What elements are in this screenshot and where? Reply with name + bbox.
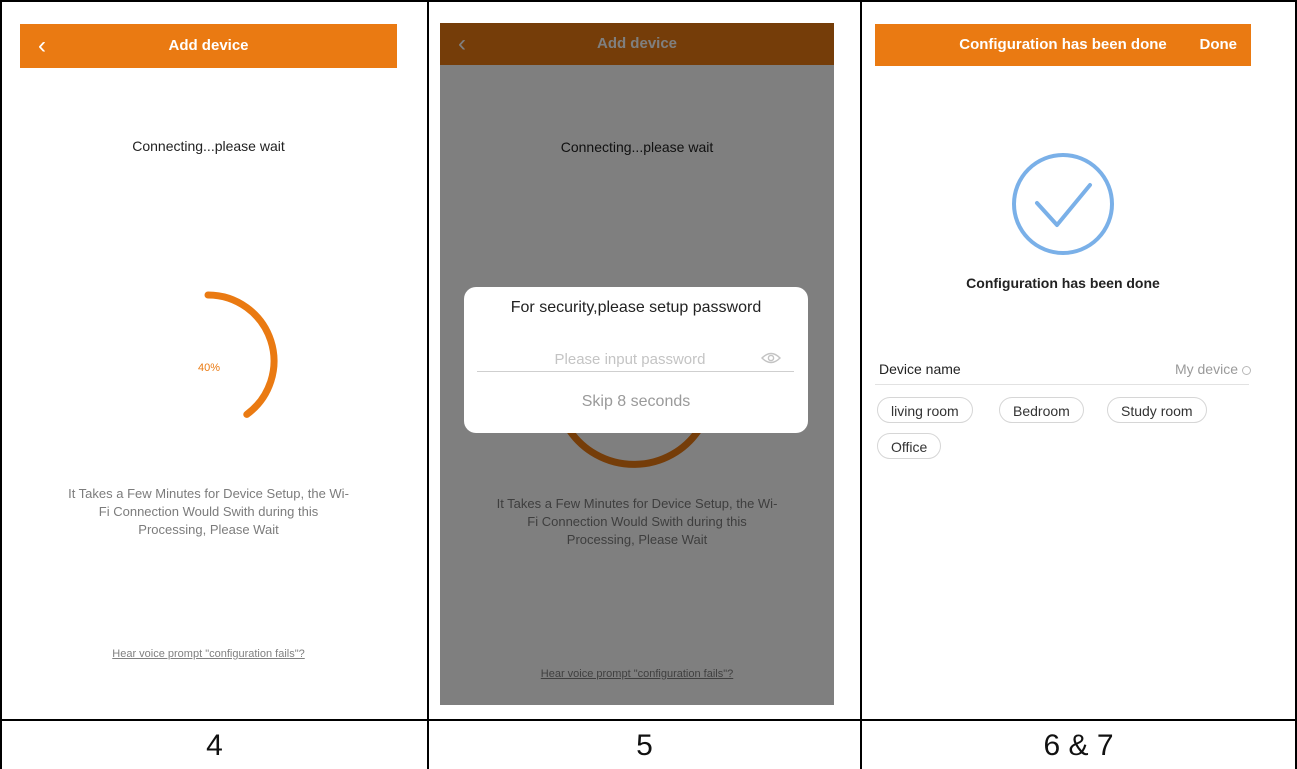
nav-title: Configuration has been done [959,36,1167,53]
navigation-bar: Configuration has been done Done [875,24,1251,66]
setup-hint-line: It Takes a Few Minutes for Device Setup,… [68,486,349,501]
table-divider-1 [427,2,429,769]
skip-button[interactable]: Skip 8 seconds [464,393,808,411]
setup-hint-line: Fi Connection Would Swith during this [98,504,319,519]
dialog-title: For security,please setup password [510,299,762,316]
success-check-icon [1012,153,1114,255]
room-chip-office[interactable]: Office [877,433,942,459]
progress-percent: 40% [198,362,221,374]
device-name-value: My device [1174,361,1238,377]
caption-4: 4 [206,729,223,762]
setup-hint-line: Processing, Please Wait [138,522,279,537]
table-divider [0,719,1297,721]
setup-hint: It Takes a Few Minutes for Device Setup,… [20,485,397,539]
password-input[interactable] [478,347,782,371]
success-message: Configuration has been done [966,275,1160,291]
password-dialog: For security,please setup password Skip … [464,287,808,433]
table-border-left [0,2,2,769]
table-divider-2 [860,2,862,769]
caption-5: 5 [636,729,653,762]
edit-icon [1242,366,1251,375]
room-chip-living-room[interactable]: living room [877,397,973,423]
device-name-divider [875,384,1249,385]
show-password-icon[interactable] [761,351,781,365]
done-button[interactable]: Done [1200,24,1238,66]
screen-configuration-done: Configuration has been done Done Configu… [875,24,1251,704]
room-chip-bedroom[interactable]: Bedroom [999,397,1084,423]
screen-connecting: ‹ Add device Connecting...please wait 40… [20,24,397,704]
screen-set-password: ‹ Add device Connecting...please wait It… [440,23,834,705]
table-border-top [0,0,1297,2]
device-name-label: Device name [879,361,961,377]
device-name-field[interactable]: My device [1175,361,1251,377]
room-chip-study-room[interactable]: Study room [1107,397,1207,423]
voice-prompt-help-link[interactable]: Hear voice prompt "configuration fails"? [20,648,397,660]
progress-arc [204,291,278,418]
caption-6-7: 6 & 7 [1043,729,1114,762]
password-underline [477,371,794,372]
